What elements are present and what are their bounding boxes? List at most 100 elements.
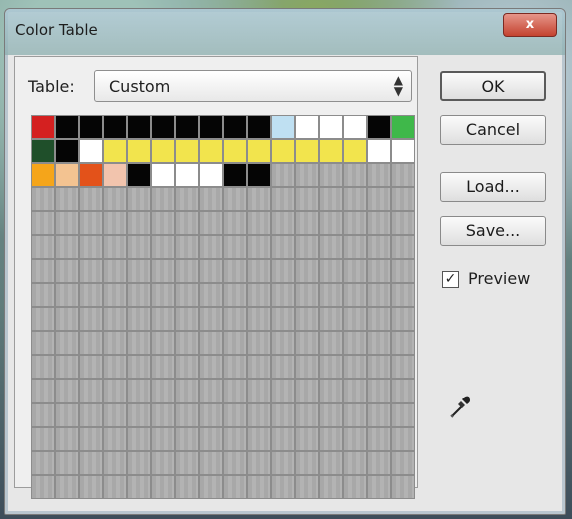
color-swatch[interactable]: [151, 283, 175, 307]
color-swatch[interactable]: [31, 283, 55, 307]
color-swatch[interactable]: [247, 115, 271, 139]
color-swatch[interactable]: [319, 283, 343, 307]
color-swatch[interactable]: [295, 139, 319, 163]
color-swatch[interactable]: [319, 379, 343, 403]
color-swatch[interactable]: [247, 163, 271, 187]
color-swatch[interactable]: [175, 235, 199, 259]
color-swatch[interactable]: [391, 115, 415, 139]
color-swatch[interactable]: [319, 307, 343, 331]
color-swatch[interactable]: [367, 403, 391, 427]
color-swatch[interactable]: [295, 283, 319, 307]
color-swatch[interactable]: [79, 235, 103, 259]
color-swatch[interactable]: [271, 355, 295, 379]
color-swatch[interactable]: [127, 283, 151, 307]
color-swatch[interactable]: [55, 283, 79, 307]
color-swatch[interactable]: [343, 427, 367, 451]
color-swatch[interactable]: [103, 235, 127, 259]
color-swatch[interactable]: [319, 355, 343, 379]
color-swatch[interactable]: [151, 331, 175, 355]
color-swatch[interactable]: [271, 475, 295, 499]
color-swatch[interactable]: [319, 187, 343, 211]
color-swatch[interactable]: [127, 307, 151, 331]
color-swatch[interactable]: [367, 283, 391, 307]
color-swatch[interactable]: [367, 307, 391, 331]
color-swatch[interactable]: [271, 283, 295, 307]
color-swatch[interactable]: [55, 307, 79, 331]
color-swatch[interactable]: [271, 211, 295, 235]
color-swatch[interactable]: [31, 211, 55, 235]
color-swatch[interactable]: [199, 355, 223, 379]
color-swatch[interactable]: [223, 307, 247, 331]
color-swatch[interactable]: [271, 259, 295, 283]
color-swatch[interactable]: [343, 187, 367, 211]
color-swatch[interactable]: [295, 403, 319, 427]
color-swatch[interactable]: [199, 163, 223, 187]
color-swatch[interactable]: [295, 355, 319, 379]
color-swatch[interactable]: [271, 163, 295, 187]
color-swatch[interactable]: [295, 235, 319, 259]
color-swatch[interactable]: [79, 115, 103, 139]
color-swatch[interactable]: [175, 139, 199, 163]
color-swatch[interactable]: [103, 355, 127, 379]
color-swatch[interactable]: [319, 427, 343, 451]
color-swatch[interactable]: [103, 211, 127, 235]
color-swatch[interactable]: [223, 475, 247, 499]
color-swatch[interactable]: [319, 451, 343, 475]
color-swatch[interactable]: [151, 307, 175, 331]
color-swatch[interactable]: [271, 379, 295, 403]
color-swatch[interactable]: [103, 307, 127, 331]
color-swatch[interactable]: [79, 427, 103, 451]
color-swatch[interactable]: [319, 115, 343, 139]
color-swatch[interactable]: [175, 211, 199, 235]
title-bar[interactable]: Color Table x: [5, 9, 565, 55]
color-swatch[interactable]: [295, 379, 319, 403]
color-swatch[interactable]: [199, 451, 223, 475]
preview-checkbox-row[interactable]: ✓ Preview: [442, 269, 552, 293]
color-swatch[interactable]: [319, 403, 343, 427]
color-swatch[interactable]: [103, 283, 127, 307]
color-swatch[interactable]: [31, 475, 55, 499]
color-swatch[interactable]: [391, 355, 415, 379]
close-button[interactable]: x: [503, 13, 557, 37]
color-swatch[interactable]: [295, 115, 319, 139]
color-swatch[interactable]: [343, 451, 367, 475]
color-swatch[interactable]: [247, 403, 271, 427]
color-swatch[interactable]: [79, 259, 103, 283]
color-swatch[interactable]: [175, 451, 199, 475]
color-swatch[interactable]: [175, 307, 199, 331]
color-swatch[interactable]: [367, 355, 391, 379]
color-swatch[interactable]: [295, 163, 319, 187]
color-swatch[interactable]: [151, 163, 175, 187]
color-swatch[interactable]: [367, 259, 391, 283]
ok-button[interactable]: OK: [440, 71, 546, 101]
color-swatch[interactable]: [103, 259, 127, 283]
color-swatch[interactable]: [55, 211, 79, 235]
color-swatch[interactable]: [199, 427, 223, 451]
color-swatch[interactable]: [343, 139, 367, 163]
color-swatch[interactable]: [391, 427, 415, 451]
color-swatch[interactable]: [247, 139, 271, 163]
color-swatch[interactable]: [223, 187, 247, 211]
color-swatch[interactable]: [151, 139, 175, 163]
color-swatch[interactable]: [367, 211, 391, 235]
color-swatch[interactable]: [199, 259, 223, 283]
color-swatch[interactable]: [103, 451, 127, 475]
color-swatch[interactable]: [103, 475, 127, 499]
color-swatch[interactable]: [319, 331, 343, 355]
color-swatch[interactable]: [55, 379, 79, 403]
color-swatch[interactable]: [223, 331, 247, 355]
color-swatch[interactable]: [103, 427, 127, 451]
color-swatch[interactable]: [151, 355, 175, 379]
load-button[interactable]: Load...: [440, 172, 546, 202]
color-swatch[interactable]: [391, 235, 415, 259]
color-swatch[interactable]: [175, 163, 199, 187]
color-swatch[interactable]: [223, 355, 247, 379]
color-swatch[interactable]: [55, 115, 79, 139]
color-swatch[interactable]: [127, 451, 151, 475]
color-swatch[interactable]: [55, 355, 79, 379]
color-swatch[interactable]: [199, 187, 223, 211]
color-swatch[interactable]: [151, 403, 175, 427]
color-swatch[interactable]: [31, 259, 55, 283]
color-swatch[interactable]: [391, 379, 415, 403]
color-swatch[interactable]: [175, 427, 199, 451]
